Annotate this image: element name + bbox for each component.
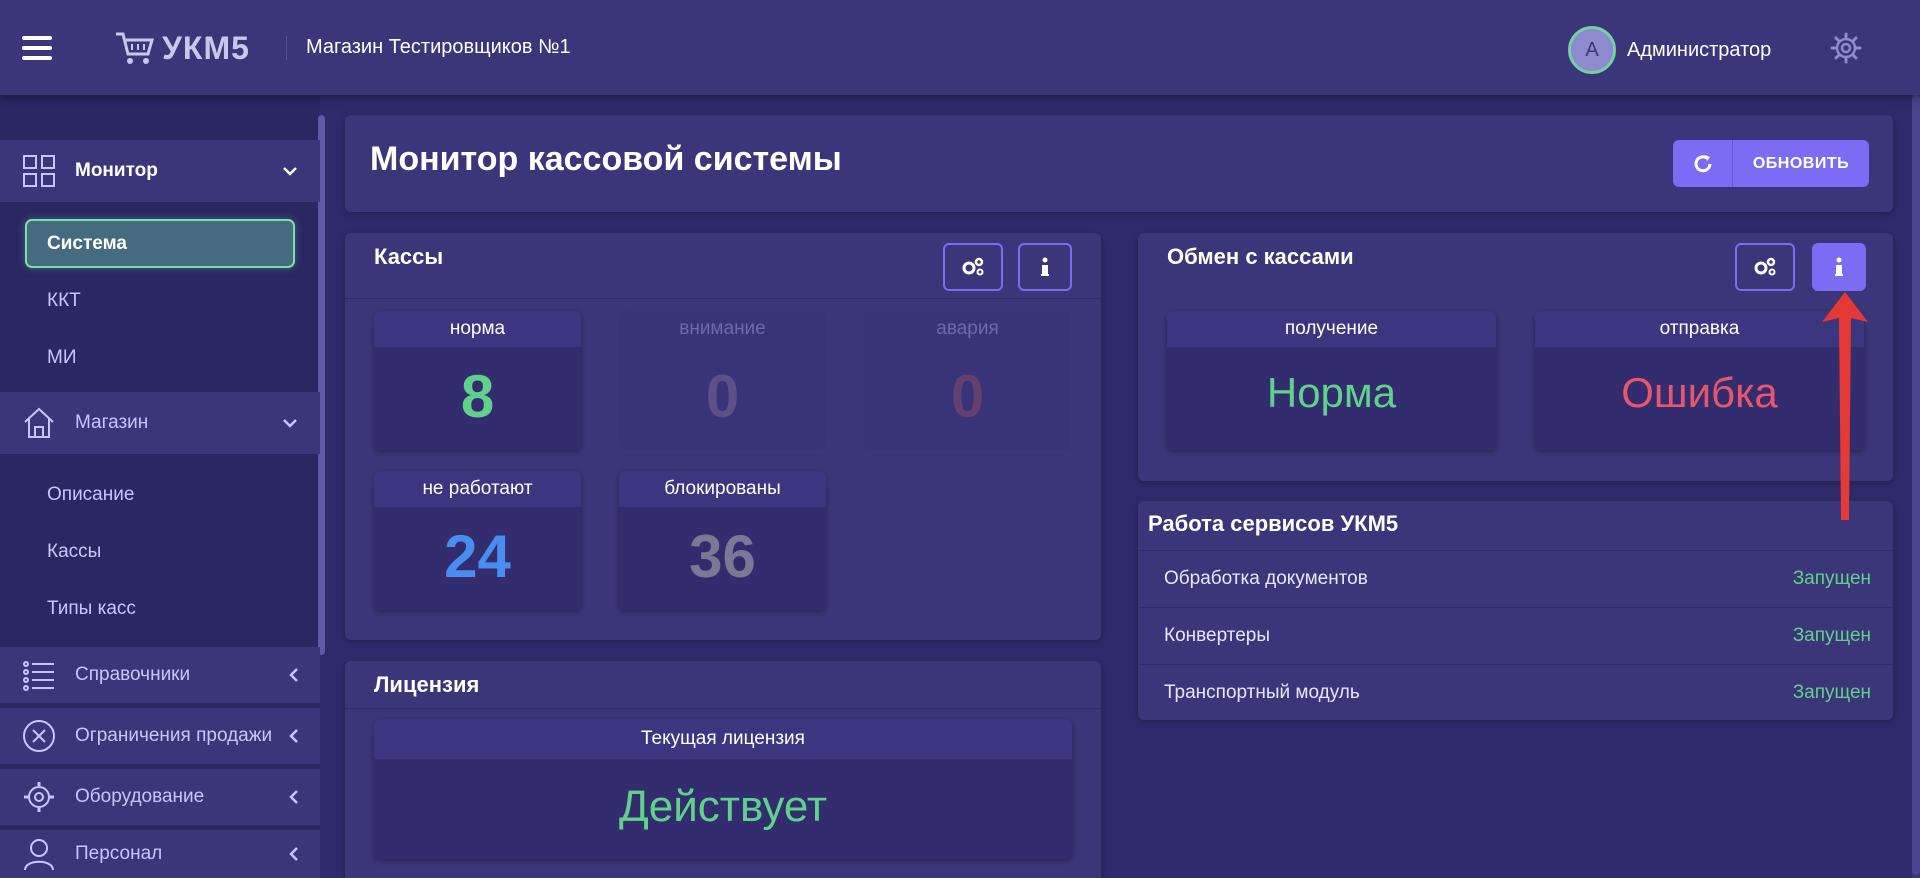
list-icon xyxy=(23,661,54,691)
sidebar-item-oborudovanie[interactable]: Оборудование xyxy=(0,769,320,825)
exchange-tile-receive: получение Норма xyxy=(1167,311,1496,450)
kassy-info-button[interactable] xyxy=(1018,243,1072,291)
kassy-title: Кассы xyxy=(374,244,444,269)
tile-value: Ошибка xyxy=(1621,369,1778,416)
tile-label: норма xyxy=(374,311,581,347)
sidebar-item-opisanie[interactable]: Описание xyxy=(47,484,134,506)
sidebar-item-sistema[interactable]: Система xyxy=(25,219,295,268)
chevron-left-icon xyxy=(289,729,298,743)
service-status: Запущен xyxy=(1792,624,1871,646)
tile-label: получение xyxy=(1167,311,1496,347)
license-tile: Текущая лицензия Действует xyxy=(374,719,1072,859)
logo-text: УКМ5 xyxy=(162,29,250,66)
kassy-tile-avariya: авария 0 xyxy=(864,311,1071,450)
sidebar-group-store[interactable]: Магазин xyxy=(0,392,320,454)
chevron-down-icon xyxy=(283,167,297,176)
chevron-left-icon xyxy=(289,668,298,682)
tile-value: 24 xyxy=(444,523,511,590)
info-icon xyxy=(1041,257,1049,276)
tile-value: Норма xyxy=(1266,369,1397,416)
tile-label: блокированы xyxy=(619,471,826,507)
header-divider xyxy=(286,36,287,60)
service-status: Запущен xyxy=(1792,681,1871,703)
kassy-tile-ne-rabotayut: не работают 24 xyxy=(374,471,581,610)
tile-label: Текущая лицензия xyxy=(374,719,1072,759)
exchange-settings-button[interactable] xyxy=(1735,243,1795,291)
close-circle-icon xyxy=(23,720,55,752)
sidebar-group-label: Магазин xyxy=(75,412,149,433)
card-divider xyxy=(345,298,1101,299)
tile-label: отправка xyxy=(1535,311,1864,347)
sidebar-item-personal[interactable]: Персонал xyxy=(0,830,320,878)
service-row: Конвертеры Запущен xyxy=(1139,607,1893,663)
tile-value: 0 xyxy=(950,363,985,430)
service-row: Транспортный модуль Запущен xyxy=(1139,664,1893,720)
sidebar-group-monitor[interactable]: Монитор xyxy=(0,140,320,202)
top-header: УКМ5 Магазин Тестировщиков №1 A Админист… xyxy=(0,0,1920,95)
exchange-title: Обмен с кассами xyxy=(1167,244,1354,269)
sidebar-group-label: Монитор xyxy=(75,160,158,181)
service-row: Обработка документов Запущен xyxy=(1139,550,1893,606)
tile-value: 36 xyxy=(689,523,756,590)
tile-label: не работают xyxy=(374,471,581,507)
kassy-tile-norma: норма 8 xyxy=(374,311,581,450)
tile-value: 0 xyxy=(705,363,740,430)
cart-icon xyxy=(116,32,154,64)
refresh-icon xyxy=(1694,154,1711,172)
tile-label: авария xyxy=(864,311,1071,347)
sidebar-item-spravochniki[interactable]: Справочники xyxy=(0,647,320,703)
sidebar-item-label: Оборудование xyxy=(75,786,205,807)
kassy-settings-button[interactable] xyxy=(943,243,1003,291)
gears-icon xyxy=(1754,257,1776,276)
user-icon xyxy=(24,839,54,871)
services-title: Работа сервисов УКМ5 xyxy=(1148,511,1399,536)
sidebar-item-kkt[interactable]: ККТ xyxy=(47,290,81,312)
sidebar-item-ogranicheniya[interactable]: Ограничения продажи xyxy=(0,708,320,764)
gear-icon xyxy=(24,782,54,812)
home-icon xyxy=(24,407,54,438)
sidebar-item-tipy-kass[interactable]: Типы касс xyxy=(47,598,136,620)
chevron-down-icon xyxy=(283,419,297,428)
service-name: Транспортный модуль xyxy=(1164,681,1360,703)
store-name[interactable]: Магазин Тестировщиков №1 xyxy=(306,36,571,59)
info-icon xyxy=(1835,257,1843,276)
service-status: Запущен xyxy=(1792,567,1871,589)
dashboard-icon xyxy=(23,155,55,187)
username[interactable]: Администратор xyxy=(1627,39,1771,62)
tile-value: Действует xyxy=(618,782,828,831)
sidebar-item-mi[interactable]: МИ xyxy=(47,347,76,369)
chevron-left-icon xyxy=(289,847,298,861)
menu-icon[interactable] xyxy=(22,36,52,60)
page-title: Монитор кассовой системы xyxy=(370,140,842,178)
kassy-tile-blokirovany: блокированы 36 xyxy=(619,471,826,610)
sidebar-item-label: Персонал xyxy=(75,843,163,864)
license-title: Лицензия xyxy=(374,672,480,697)
service-name: Обработка документов xyxy=(1164,567,1368,589)
avatar[interactable]: A xyxy=(1568,26,1616,74)
kassy-tile-vnimanie: внимание 0 xyxy=(619,311,826,450)
card-divider xyxy=(345,708,1101,709)
gears-icon xyxy=(962,257,984,276)
sidebar-item-kassy[interactable]: Кассы xyxy=(47,541,101,563)
gear-icon[interactable] xyxy=(1830,32,1862,64)
sidebar-item-label: Ограничения продажи xyxy=(75,725,273,746)
service-name: Конвертеры xyxy=(1164,624,1271,646)
chevron-left-icon xyxy=(289,790,298,804)
sidebar-item-label: Справочники xyxy=(75,664,191,685)
exchange-tile-send: отправка Ошибка xyxy=(1535,311,1864,450)
refresh-label: ОБНОВИТЬ xyxy=(1752,154,1850,172)
tile-label: внимание xyxy=(619,311,826,347)
tile-value: 8 xyxy=(460,363,495,430)
exchange-info-button[interactable] xyxy=(1812,243,1866,291)
main-scrollbar[interactable] xyxy=(1912,95,1920,878)
refresh-button[interactable]: ОБНОВИТЬ xyxy=(1673,140,1869,187)
logo[interactable]: УКМ5 xyxy=(114,28,250,68)
